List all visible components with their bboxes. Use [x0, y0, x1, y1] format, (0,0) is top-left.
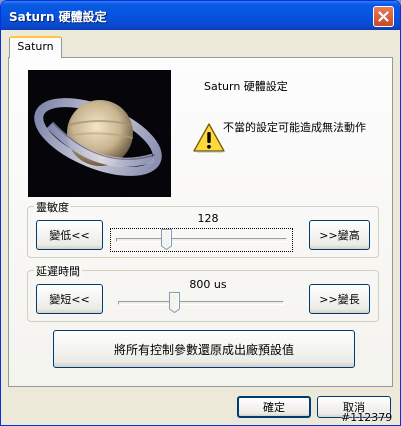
- slider-thumb[interactable]: [169, 292, 180, 313]
- delay-decrease-button[interactable]: 變短<<: [36, 284, 103, 314]
- delay-label: 延遲時間: [34, 263, 82, 279]
- sensitivity-label: 靈敏度: [34, 199, 71, 215]
- tab-panel: Saturn 硬體設定 不當的設定可能造成無法動作 靈敏度 變低<< 128 >…: [8, 57, 393, 387]
- saturn-photo: [28, 70, 171, 197]
- slider-track: [116, 238, 287, 242]
- info-heading: Saturn 硬體設定: [204, 80, 288, 93]
- slider-thumb[interactable]: [161, 229, 172, 250]
- watermark: #112379: [341, 411, 393, 424]
- sensitivity-decrease-button[interactable]: 變低<<: [36, 220, 103, 250]
- delay-value: 800 us: [189, 278, 227, 291]
- warning-text: 不當的設定可能造成無法動作: [223, 121, 366, 134]
- ok-button[interactable]: 確定: [237, 396, 311, 418]
- delay-group: 延遲時間 變短<< 800 us >>變長: [27, 263, 379, 322]
- delay-increase-button[interactable]: >>變長: [309, 284, 370, 314]
- tab-saturn[interactable]: Saturn: [9, 36, 62, 58]
- close-icon: [378, 11, 389, 22]
- sensitivity-slider[interactable]: [116, 229, 287, 251]
- sensitivity-value: 128: [197, 212, 219, 225]
- dialog-window: Saturn 硬體設定 Saturn Saturn 硬體設定 不當的設定可能造成…: [0, 0, 401, 426]
- title-bar[interactable]: Saturn 硬體設定: [1, 1, 400, 30]
- slider-track: [118, 301, 284, 305]
- delay-slider[interactable]: [118, 292, 284, 314]
- reset-defaults-button[interactable]: 將所有控制參數還原成出廠預設值: [53, 330, 355, 368]
- sensitivity-increase-button[interactable]: >>變高: [309, 220, 370, 250]
- sensitivity-group: 靈敏度 變低<< 128 >>變高: [27, 199, 379, 258]
- close-button[interactable]: [373, 6, 394, 27]
- window-title: Saturn 硬體設定: [9, 10, 107, 24]
- warning-icon: [193, 123, 225, 153]
